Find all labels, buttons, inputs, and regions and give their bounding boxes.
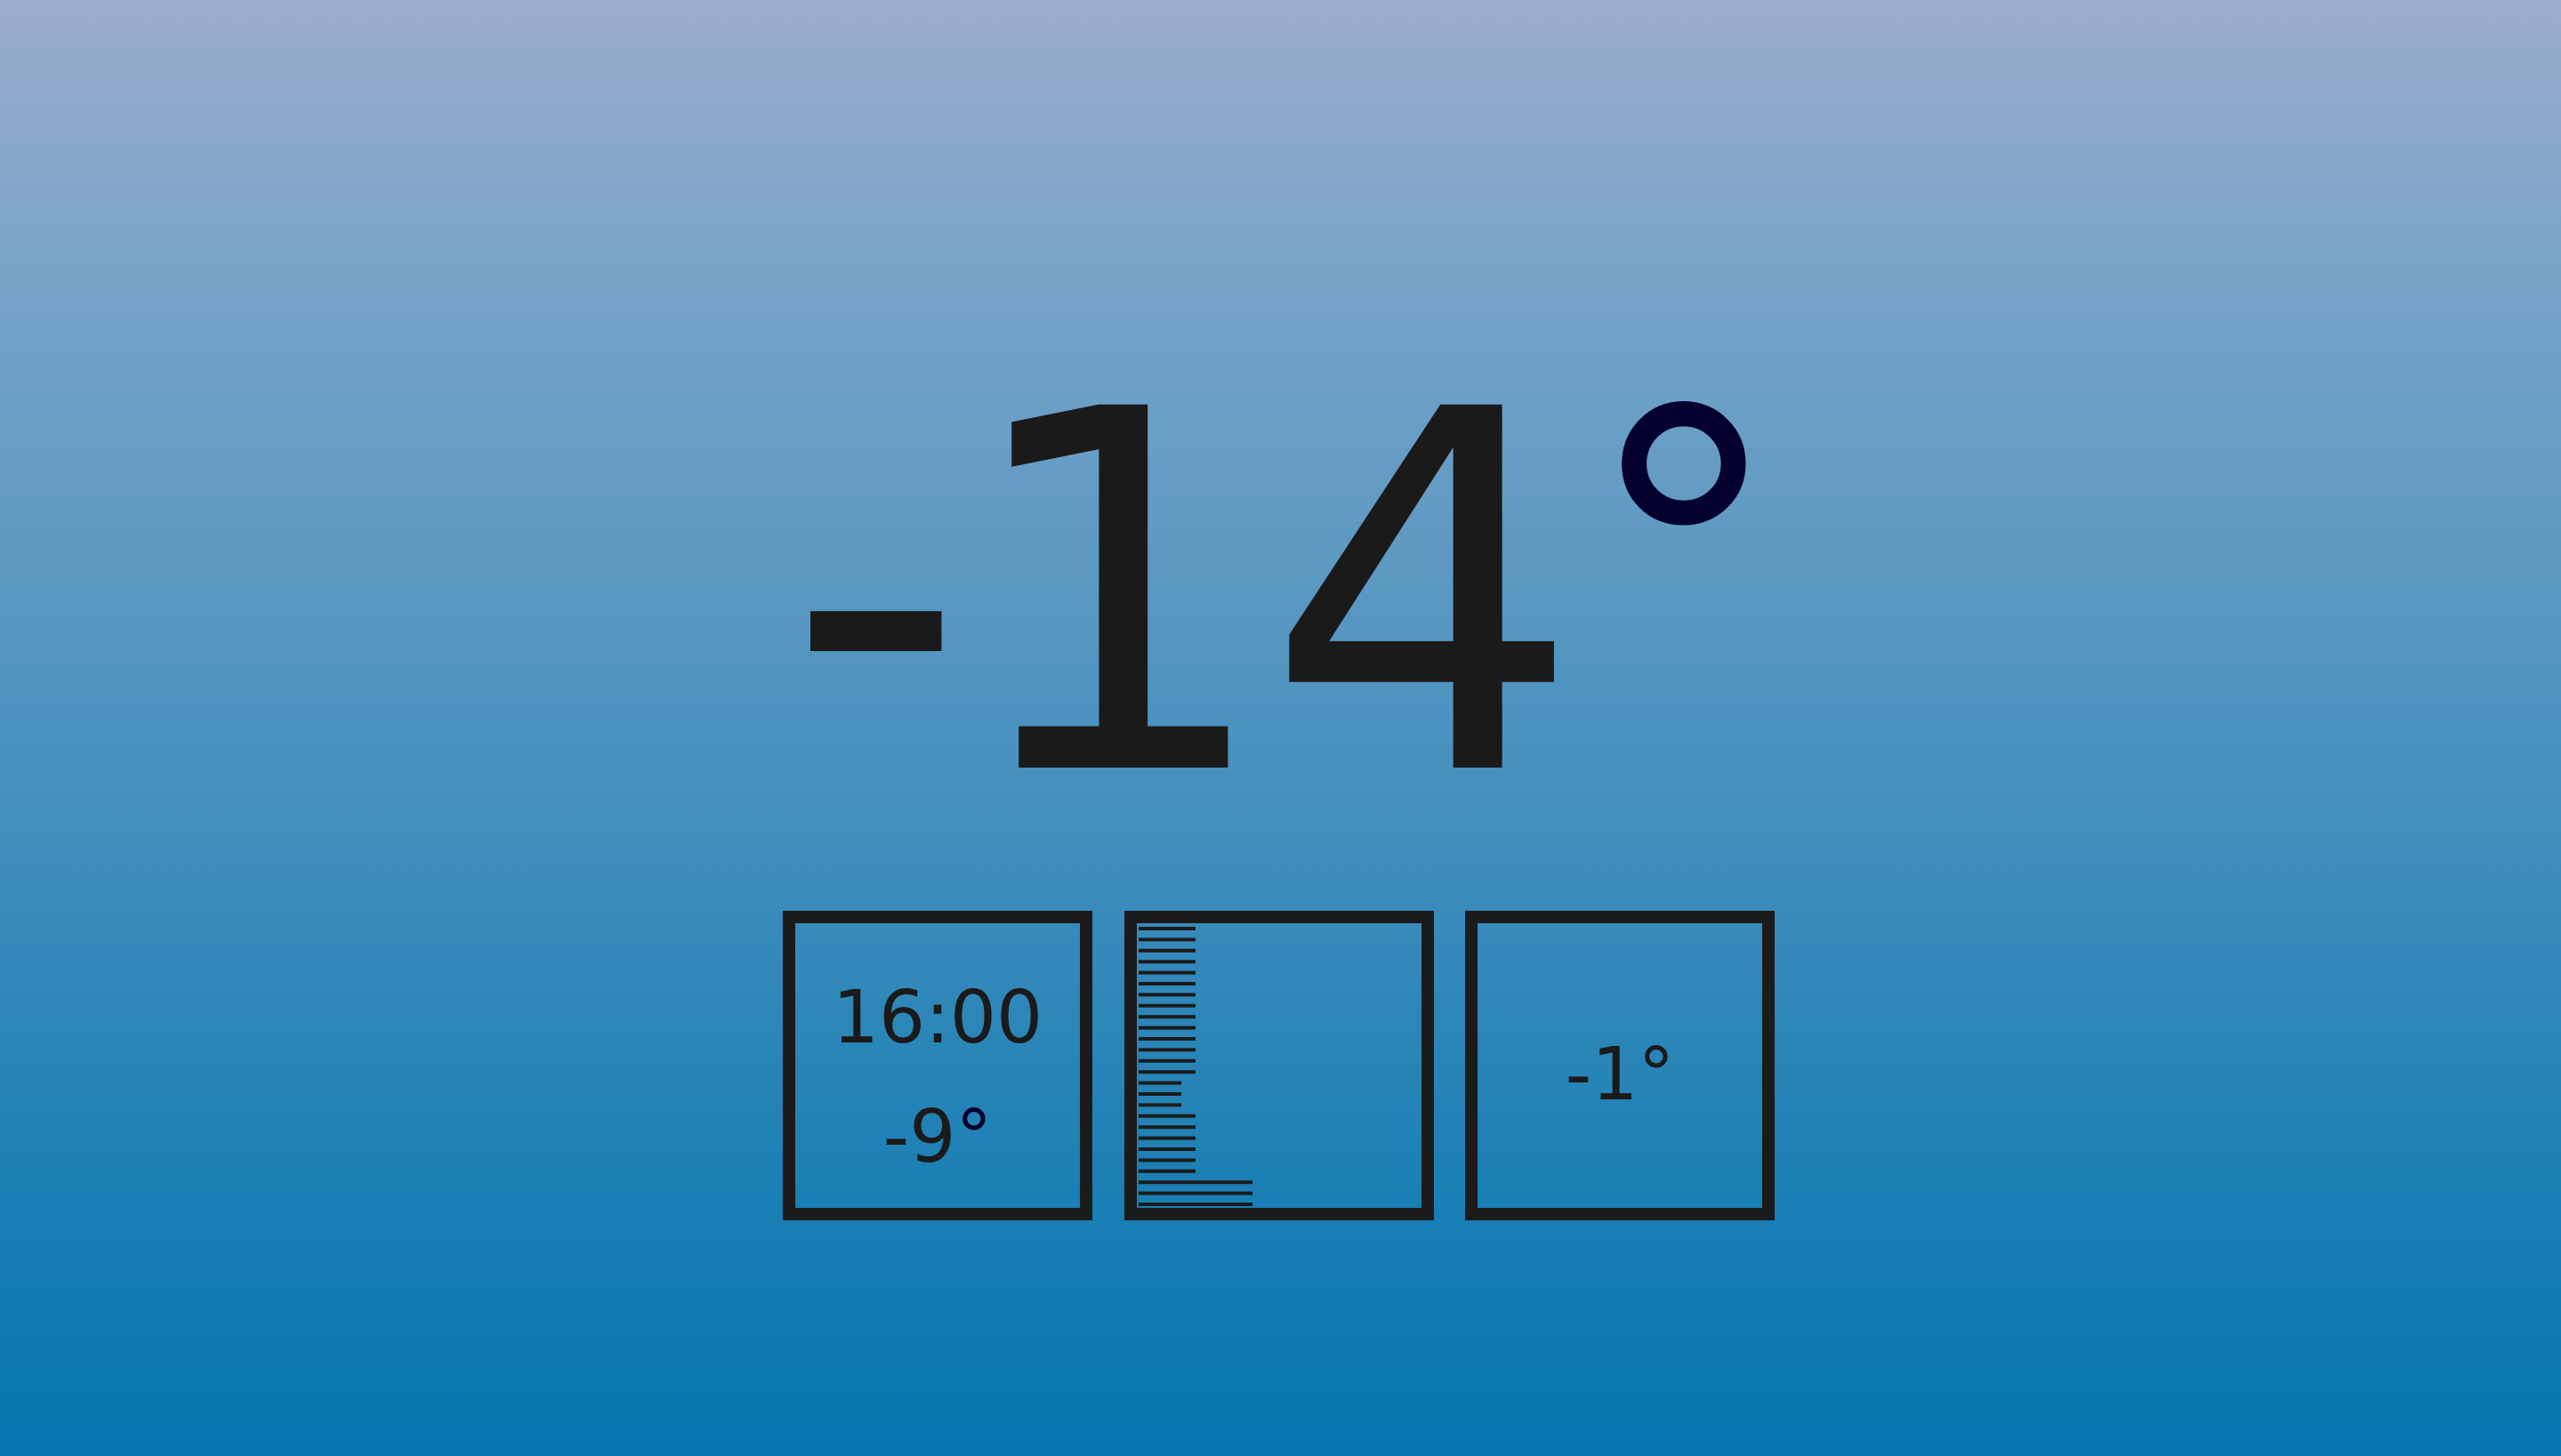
hourly-degree-symbol: ° xyxy=(955,1095,993,1179)
hourly-temperature: -9° xyxy=(795,1098,1080,1178)
hourly-time: 16:00 xyxy=(832,976,1043,1060)
low-temperature-tile[interactable]: -1° xyxy=(1465,911,1775,1220)
hourly-temperature-value: -9 xyxy=(882,1095,956,1179)
current-temperature-value: -14 xyxy=(785,306,1583,886)
low-temperature: -1° xyxy=(1478,1035,1762,1115)
low-degree-symbol: ° xyxy=(1638,1033,1675,1117)
bar-chart xyxy=(1139,927,1252,1206)
hourly-forecast-tile[interactable]: 16:00 -9° xyxy=(783,911,1092,1220)
current-degree-symbol: ° xyxy=(1583,327,1784,793)
current-temperature: -14° xyxy=(0,347,2561,845)
bar-chart-tile[interactable] xyxy=(1124,911,1434,1220)
low-temperature-value: -1 xyxy=(1565,1033,1639,1117)
